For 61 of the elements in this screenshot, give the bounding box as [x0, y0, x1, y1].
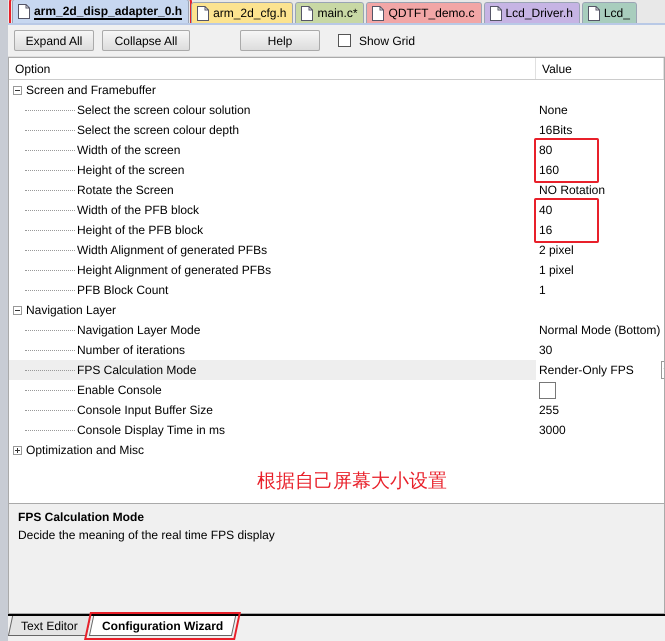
annotation-note: 根据自己屏幕大小设置	[256, 470, 448, 494]
description-text: Decide the meaning of the real time FPS display	[18, 528, 276, 542]
file-tab[interactable]: Lcd_	[582, 2, 637, 23]
value-cell[interactable]: 16Bits	[536, 123, 664, 137]
value-cell[interactable]: 40	[536, 203, 664, 217]
file-tab[interactable]: arm_2d_disp_adapter_0.h	[12, 0, 190, 23]
option-label[interactable]: Rotate the Screen	[77, 183, 174, 197]
document-icon	[588, 6, 600, 20]
column-header: Option	[9, 58, 536, 79]
checkbox[interactable]	[539, 382, 556, 398]
option-label[interactable]: Width of the screen	[77, 143, 180, 157]
value-cell[interactable]: 3000	[536, 423, 664, 437]
value-cell[interactable]: 255	[536, 403, 664, 417]
document-icon	[18, 4, 30, 19]
help-button[interactable]: Help	[240, 30, 320, 51]
option-label[interactable]: Width of the PFB block	[77, 203, 200, 217]
section-label[interactable]: Optimization and Misc	[26, 443, 144, 457]
value-cell[interactable]: 1 pixel	[536, 263, 664, 277]
value-cell[interactable]: 30	[536, 343, 664, 357]
document-icon	[197, 6, 210, 20]
editor-tab[interactable]: Text Editor	[8, 616, 91, 636]
option-label[interactable]: PFB Block Count	[77, 283, 168, 297]
value-cell[interactable]: None	[536, 103, 664, 117]
description-title: FPS Calculation Mode	[18, 510, 146, 524]
collapse-all-button[interactable]: Collapse All	[102, 30, 190, 51]
option-label[interactable]: Height Alignment of generated PFBs	[77, 263, 272, 277]
option-label[interactable]: Width Alignment of generated PFBs	[77, 243, 268, 257]
section-label[interactable]: Navigation Layer	[26, 303, 116, 317]
option-label[interactable]: Select the screen colour depth	[77, 123, 240, 137]
option-label[interactable]: Number of iterations	[77, 343, 186, 357]
option-label[interactable]: FPS Calculation Mode	[77, 363, 196, 377]
show-grid-label: Show Grid	[359, 34, 416, 48]
value-cell[interactable]: 160	[536, 163, 664, 177]
option-label[interactable]: Select the screen colour solution	[77, 103, 250, 117]
value-cell[interactable]: NO Rotation	[536, 183, 664, 197]
value-cell[interactable]: 1	[536, 283, 664, 297]
option-label[interactable]: Console Display Time in ms	[77, 423, 226, 437]
document-icon	[301, 6, 314, 20]
document-icon	[490, 6, 502, 20]
value-cell[interactable]: 2 pixel	[536, 243, 664, 257]
option-label[interactable]: Enable Console	[77, 383, 162, 397]
document-icon	[372, 6, 384, 20]
option-label[interactable]: Navigation Layer Mode	[77, 323, 200, 337]
expand-icon[interactable]	[13, 446, 22, 454]
show-grid-checkbox[interactable]	[338, 34, 351, 47]
file-tab[interactable]: QDTFT_demo.c	[366, 2, 482, 23]
section-label[interactable]: Screen and Framebuffer	[26, 83, 156, 97]
value-dropdown[interactable]: Render-Only FPS	[536, 361, 664, 379]
file-tab[interactable]: Lcd_Driver.h	[484, 2, 580, 23]
collapse-icon[interactable]	[13, 86, 22, 94]
option-label[interactable]: Height of the screen	[77, 163, 184, 177]
value-cell[interactable]: Normal Mode (Bottom)	[536, 323, 664, 337]
value-cell[interactable]: 16	[536, 223, 664, 237]
file-tab[interactable]: main.c*	[295, 2, 364, 23]
column-header: Value	[536, 58, 664, 79]
expand-all-button[interactable]: Expand All	[14, 30, 94, 51]
option-label[interactable]: Height of the PFB block	[77, 223, 204, 237]
value-cell[interactable]: 80	[536, 143, 664, 157]
option-label[interactable]: Console Input Buffer Size	[77, 403, 213, 417]
collapse-icon[interactable]	[13, 306, 22, 314]
file-tab[interactable]: arm_2d_cfg.h	[191, 2, 294, 23]
